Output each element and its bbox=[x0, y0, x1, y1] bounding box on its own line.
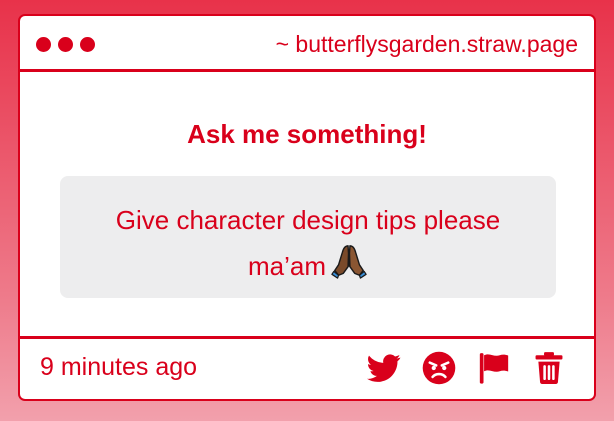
window-dot-2 bbox=[58, 37, 73, 52]
card-body: Ask me something! Give character design … bbox=[20, 72, 594, 336]
site-url[interactable]: ~ butterflysgarden.straw.page bbox=[276, 29, 578, 59]
twitter-bird-icon[interactable] bbox=[367, 351, 401, 385]
ask-card: ~ butterflysgarden.straw.page Ask me som… bbox=[18, 14, 596, 401]
question-text: Give character design tips please ma’am bbox=[115, 205, 501, 281]
window-dot-3 bbox=[80, 37, 95, 52]
trash-icon[interactable] bbox=[532, 351, 566, 385]
window-dot-1 bbox=[36, 37, 51, 52]
angry-face-icon[interactable] bbox=[422, 351, 456, 385]
timestamp: 9 minutes ago bbox=[40, 353, 198, 381]
action-bar bbox=[367, 351, 566, 385]
flag-icon[interactable] bbox=[477, 351, 511, 385]
card-footer: 9 minutes ago bbox=[20, 336, 594, 399]
window-titlebar: ~ butterflysgarden.straw.page bbox=[20, 16, 594, 72]
prompt-title: Ask me something! bbox=[187, 119, 427, 149]
window-dots bbox=[36, 37, 95, 52]
folded-hands-icon bbox=[330, 242, 368, 280]
question-box: Give character design tips please ma’am bbox=[60, 176, 556, 298]
